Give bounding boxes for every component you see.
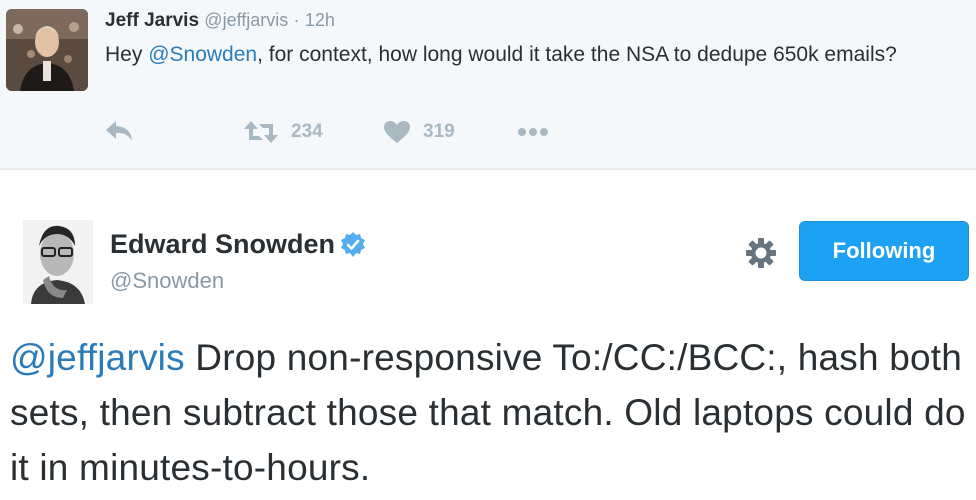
text-prefix: Hey <box>105 43 149 66</box>
settings-button[interactable] <box>744 236 778 275</box>
following-button[interactable]: Following <box>799 221 969 281</box>
jeff-jarvis-avatar[interactable] <box>6 9 88 91</box>
main-tweet-text: @jeffjarvis Drop non-responsive To:/CC:/… <box>10 330 970 495</box>
retweet-count: 234 <box>291 121 323 142</box>
parent-tweet-header: Jeff Jarvis @jeffjarvis · 12h <box>105 8 335 33</box>
avatar-image <box>23 220 93 304</box>
author-handle[interactable]: @jeffjarvis <box>204 10 288 30</box>
retweet-icon <box>244 121 278 143</box>
like-count: 319 <box>423 121 455 142</box>
avatar-image <box>6 9 88 91</box>
author-name[interactable]: Edward Snowden <box>110 229 335 260</box>
reply-button[interactable] <box>105 120 135 142</box>
reply-icon <box>106 121 132 141</box>
edward-snowden-avatar[interactable] <box>23 220 93 304</box>
author-name-row: Edward Snowden <box>110 229 367 260</box>
timestamp[interactable]: 12h <box>305 10 335 30</box>
gear-icon <box>746 238 776 268</box>
like-button[interactable]: 319 <box>383 120 455 144</box>
parent-tweet: Jeff Jarvis @jeffjarvis · 12h Hey @Snowd… <box>0 0 976 170</box>
retweet-button[interactable]: 234 <box>243 120 323 144</box>
author-name[interactable]: Jeff Jarvis <box>105 10 199 31</box>
text-body: , for context, how long would it take th… <box>257 43 897 66</box>
heart-icon <box>384 121 410 143</box>
author-handle[interactable]: @Snowden <box>110 268 224 294</box>
parent-tweet-text: Hey @Snowden, for context, how long woul… <box>105 40 965 69</box>
verified-badge-icon <box>341 231 366 257</box>
mention-link[interactable]: @jeffjarvis <box>10 337 185 378</box>
more-button[interactable] <box>515 121 551 143</box>
separator: · <box>293 10 300 30</box>
more-icon <box>518 128 548 136</box>
mention-link[interactable]: @Snowden <box>148 43 257 66</box>
